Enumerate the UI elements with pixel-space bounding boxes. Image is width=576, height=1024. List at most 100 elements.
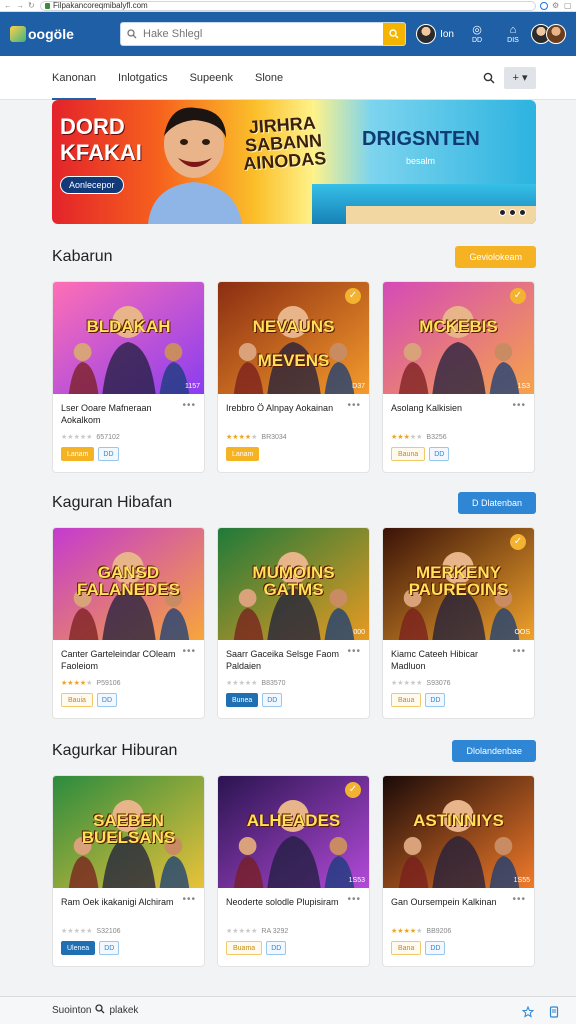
- tab-supeenk[interactable]: Supeenk: [190, 56, 233, 100]
- more-options-icon[interactable]: •••: [182, 400, 196, 411]
- game-art-title: MUMOINS GATMS: [252, 563, 335, 599]
- notifications-button[interactable]: ⌂ DIS: [500, 24, 526, 44]
- tag-badge[interactable]: DD: [266, 941, 287, 955]
- tab-inlotgatics[interactable]: Inlotgatics: [118, 56, 168, 100]
- game-thumbnail[interactable]: SAEBEN BUELSANS: [53, 776, 204, 888]
- more-options-icon[interactable]: •••: [512, 894, 526, 905]
- game-thumbnail[interactable]: MUMOINS GATMS 000: [218, 528, 369, 640]
- verified-check-icon: ✓: [345, 782, 361, 798]
- game-art-title: SAEBEN BUELSANS: [81, 811, 176, 847]
- game-card[interactable]: MUMOINS GATMS 000 ••• Saarr Gaceika Sels…: [217, 527, 370, 719]
- game-thumbnail[interactable]: GANSD FALANEDES: [53, 528, 204, 640]
- game-title: Lser Ooare Mafneraan Aokalkom: [61, 403, 152, 425]
- tag-badge[interactable]: DD: [262, 693, 283, 707]
- game-title: Saarr Gaceika Selsge Faom Paldaien: [226, 649, 340, 671]
- more-options-icon[interactable]: •••: [512, 400, 526, 411]
- tag-badge[interactable]: DD: [98, 447, 119, 461]
- user-menu[interactable]: Ion: [416, 24, 454, 44]
- user-label: Ion: [440, 28, 454, 40]
- game-card[interactable]: SAEBEN BUELSANS ••• Ram Oek ikakanigi Al…: [52, 775, 205, 967]
- more-options-icon[interactable]: •••: [347, 400, 361, 411]
- play-button[interactable]: Baua: [391, 693, 422, 707]
- rating-stars: ★★★★★: [226, 928, 258, 935]
- search-input[interactable]: [143, 28, 384, 40]
- game-card[interactable]: MCKEBIS ✓ 1S3 ••• Asolang Kalkisien ★★★★…: [382, 281, 535, 473]
- carousel-dot[interactable]: [509, 209, 516, 216]
- tab-kanonan[interactable]: Kanonan: [52, 56, 97, 100]
- logo[interactable]: oogöle: [10, 26, 110, 42]
- search-submit-button[interactable]: [383, 23, 406, 45]
- search-icon[interactable]: [95, 1004, 105, 1017]
- add-dropdown-button[interactable]: + ▾: [504, 66, 536, 89]
- play-count: RA 3292: [261, 927, 289, 935]
- friends-avatars[interactable]: [531, 24, 566, 44]
- game-card[interactable]: GANSD FALANEDES ••• Canter Garteleindar …: [52, 527, 205, 719]
- game-title: Canter Garteleindar COleam Faoleiom: [61, 649, 176, 671]
- play-button[interactable]: Lanam: [61, 447, 95, 461]
- footer-label[interactable]: Suointon: [52, 1005, 91, 1016]
- game-card[interactable]: ALHEADES ✓ 1S53 ••• Neoderte solodle Plu…: [217, 775, 370, 967]
- chat-button[interactable]: ◎ DD: [464, 24, 490, 44]
- forward-arrow-icon[interactable]: →: [16, 1, 24, 10]
- url-text: Filpakancoreqmibalyfl.com: [53, 0, 148, 10]
- notifications-label: DIS: [507, 36, 519, 44]
- reload-icon[interactable]: ↻: [28, 1, 36, 10]
- section-action-button[interactable]: D Dlatenban: [457, 492, 536, 514]
- carousel-dots[interactable]: [499, 209, 526, 216]
- game-thumbnail[interactable]: BLDAKAH 1157: [53, 282, 204, 394]
- tag-badge[interactable]: DD: [429, 447, 450, 461]
- more-options-icon[interactable]: •••: [512, 646, 526, 657]
- settings-icon[interactable]: ⚙: [552, 1, 560, 10]
- footer-search-label[interactable]: plakek: [109, 1005, 138, 1016]
- play-button[interactable]: Bauia: [61, 693, 93, 707]
- search-icon[interactable]: [482, 71, 496, 85]
- game-thumbnail[interactable]: ALHEADES ✓ 1S53: [218, 776, 369, 888]
- tag-badge[interactable]: DD: [425, 693, 446, 707]
- game-badge: 000: [353, 629, 365, 636]
- rating-stars: ★★★★★: [391, 680, 423, 687]
- browser-bar: ← → ↻ Filpakancoreqmibalyfl.com ⚙ ▢: [0, 0, 576, 12]
- section-header: Kagurkar Hiburan Dlolandenbae: [52, 740, 536, 762]
- tag-badge[interactable]: DD: [99, 941, 120, 955]
- more-options-icon[interactable]: •••: [182, 894, 196, 905]
- extension-icon[interactable]: ▢: [564, 1, 572, 10]
- hero-cta-button[interactable]: Aonlecepor: [60, 176, 124, 194]
- section-action-button[interactable]: Dlolandenbae: [452, 740, 536, 762]
- verified-check-icon: ✓: [345, 288, 361, 304]
- section-action-button[interactable]: Geviolokeam: [455, 246, 536, 268]
- bookmark-icon[interactable]: [548, 1005, 560, 1018]
- game-art-title: MERKENY PAUREOINS: [408, 563, 509, 599]
- play-button[interactable]: Bana: [391, 941, 422, 955]
- play-button[interactable]: Ulenea: [61, 941, 96, 955]
- more-options-icon[interactable]: •••: [182, 646, 196, 657]
- play-button[interactable]: Lanam: [226, 447, 260, 461]
- game-thumbnail[interactable]: ASTINNIYS 1S55: [383, 776, 534, 888]
- play-button[interactable]: Bunea: [226, 693, 259, 707]
- chat-label: DD: [471, 36, 483, 44]
- game-thumbnail[interactable]: MCKEBIS ✓ 1S3: [383, 282, 534, 394]
- tag-badge[interactable]: DD: [425, 941, 446, 955]
- address-bar[interactable]: Filpakancoreqmibalyfl.com: [40, 0, 536, 11]
- carousel-dot[interactable]: [519, 209, 526, 216]
- play-button[interactable]: Bauna: [391, 447, 426, 461]
- star-icon[interactable]: [521, 1005, 535, 1018]
- carousel-dot[interactable]: [499, 209, 506, 216]
- hero-right-title: DRIGSNTEN: [362, 128, 480, 150]
- game-card[interactable]: NEVAUNS MEVENS ✓ D37 ••• Irebbro Ö Alnpa…: [217, 281, 370, 473]
- game-card[interactable]: ASTINNIYS 1S55 ••• Gan Oursempein Kalkin…: [382, 775, 535, 967]
- game-title: Ram Oek ikakanigi Alchiram: [61, 897, 174, 907]
- more-options-icon[interactable]: •••: [347, 646, 361, 657]
- verified-check-icon: ✓: [510, 288, 526, 304]
- play-button[interactable]: Buama: [226, 941, 263, 955]
- hero-banner[interactable]: DORD KFAKAI Aonlecepor JIRHRA SABANN AIN…: [52, 100, 536, 224]
- game-card[interactable]: BLDAKAH 1157 ••• Lser Ooare Mafneraan Ao…: [52, 281, 205, 473]
- back-arrow-icon[interactable]: ←: [4, 1, 12, 10]
- game-thumbnail[interactable]: NEVAUNS MEVENS ✓ D37: [218, 282, 369, 394]
- game-card[interactable]: MERKENY PAUREOINS ✓ OOS ••• Kiamc Cateeh…: [382, 527, 535, 719]
- game-thumbnail[interactable]: MERKENY PAUREOINS ✓ OOS: [383, 528, 534, 640]
- profile-circle-icon[interactable]: [540, 1, 548, 10]
- section-title: Kabarun: [52, 248, 113, 265]
- tab-slone[interactable]: Slone: [255, 56, 283, 100]
- more-options-icon[interactable]: •••: [347, 894, 361, 905]
- tag-badge[interactable]: DD: [96, 693, 118, 707]
